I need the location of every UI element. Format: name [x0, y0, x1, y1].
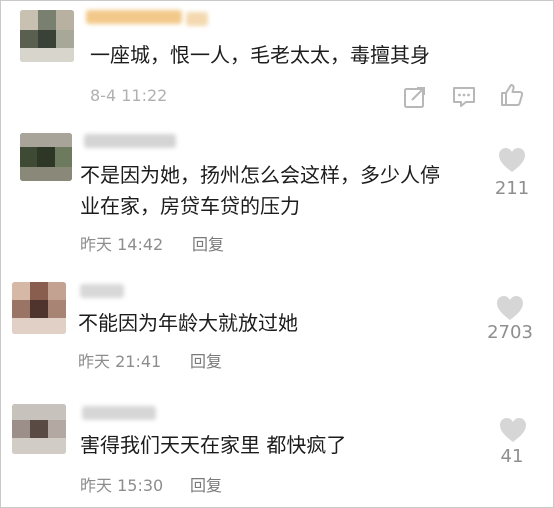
heart-icon[interactable]: [498, 416, 528, 444]
heart-icon[interactable]: [495, 294, 525, 322]
comment-text: 害得我们天天在家里 都快疯了: [80, 430, 346, 461]
comment-line: 一座城，恨一人，毛老太太，毒擅其身: [90, 43, 430, 67]
reply-button[interactable]: 回复: [190, 348, 222, 372]
heart-icon[interactable]: [497, 146, 527, 174]
comment-line: 业在家，房贷车贷的压力: [80, 194, 300, 218]
like-count: 211: [494, 178, 530, 199]
reply-button[interactable]: 回复: [190, 472, 222, 496]
like-count: 41: [500, 446, 524, 467]
comment-time: 昨天 21:41: [78, 352, 162, 371]
comment-line: 不能因为年龄大就放过她: [78, 311, 298, 335]
comment-line: 不是因为她，扬州怎么会这样，多少人停: [80, 163, 440, 187]
comment-line: 害得我们天天在家里 都快疯了: [80, 433, 347, 457]
comment-text: 一座城，恨一人，毛老太太，毒擅其身: [90, 40, 430, 71]
username-obscured[interactable]: [84, 134, 176, 148]
comment-time: 昨天 14:42: [80, 235, 164, 254]
share-icon[interactable]: [402, 84, 428, 110]
username-obscured: [186, 12, 208, 26]
username-obscured[interactable]: [86, 10, 182, 24]
thumbs-up-icon[interactable]: [499, 82, 525, 108]
comment-time: 8-4 11:22: [90, 86, 168, 105]
comment-time: 昨天 15:30: [80, 476, 164, 495]
comment-text: 不能因为年龄大就放过她: [78, 308, 298, 339]
username-obscured[interactable]: [80, 284, 124, 298]
avatar[interactable]: [20, 133, 72, 181]
like-count: 2703: [487, 322, 533, 343]
avatar[interactable]: [12, 282, 66, 334]
avatar[interactable]: [12, 404, 66, 454]
username-obscured[interactable]: [82, 406, 156, 420]
comment-icon[interactable]: [451, 84, 477, 110]
reply-button[interactable]: 回复: [192, 231, 224, 255]
avatar[interactable]: [20, 10, 74, 62]
comment-text: 不是因为她，扬州怎么会这样，多少人停 业在家，房贷车贷的压力: [80, 160, 440, 222]
